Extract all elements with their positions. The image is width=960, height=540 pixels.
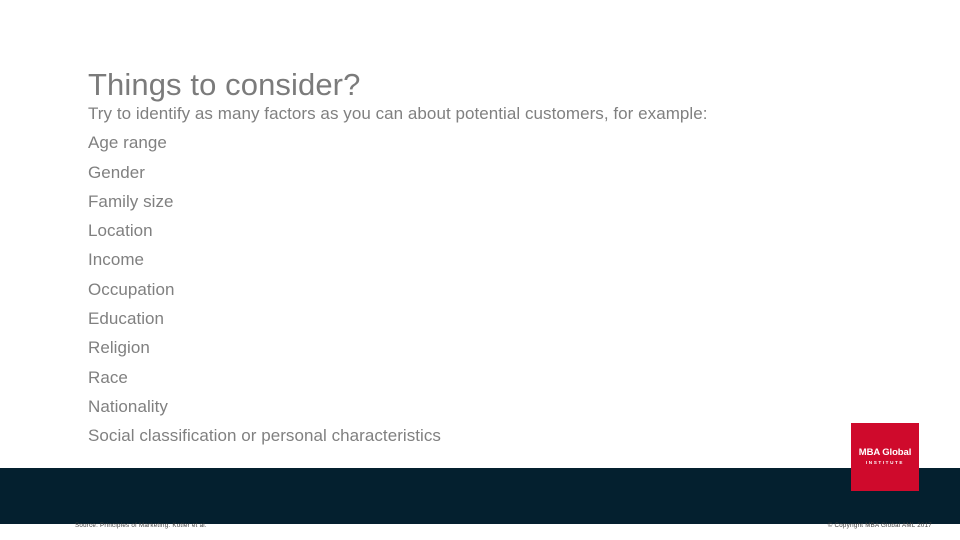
- body-line-income: Income: [88, 250, 145, 270]
- footer-copyright-text: © Copyright MBA Global AML 2017: [827, 522, 932, 529]
- body-line-family-size: Family size: [88, 191, 174, 211]
- logo-name: MBA Global: [858, 447, 912, 458]
- body-line-religion: Religion: [88, 338, 150, 358]
- logo-subtitle: INSTITUTE: [865, 460, 905, 465]
- body-line-nationality: Nationality: [88, 396, 168, 416]
- body-line-occupation: Occupation: [88, 279, 175, 299]
- body-line-age-range: Age range: [88, 133, 167, 153]
- body-content-list: Try to identify as many factors as you c…: [88, 99, 848, 451]
- footer-source-text: Source: Principles of Marketing. Kotler …: [75, 522, 207, 529]
- mba-global-logo: MBA Global INSTITUTE: [851, 423, 919, 491]
- body-line-gender: Gender: [88, 162, 146, 182]
- body-line-intro: Try to identify as many factors as you c…: [88, 104, 708, 123]
- body-line-education: Education: [88, 309, 165, 329]
- slide: Things to consider? Try to identify as m…: [0, 0, 960, 540]
- body-line-social-classification: Social classification or personal charac…: [88, 426, 441, 446]
- footer-band: [0, 468, 960, 524]
- body-line-race: Race: [88, 367, 128, 387]
- body-line-location: Location: [88, 221, 153, 241]
